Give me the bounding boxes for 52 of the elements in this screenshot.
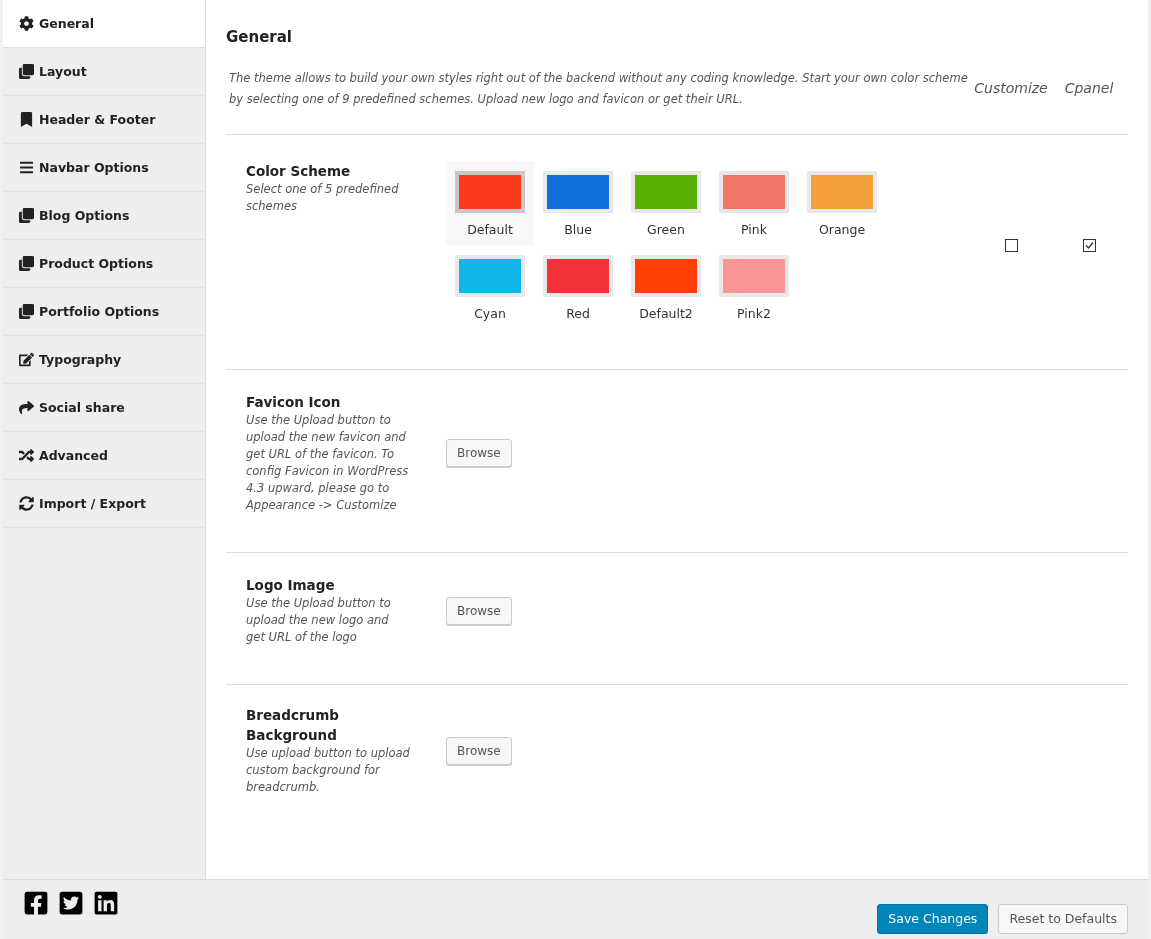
checkbox[interactable]: [1082, 238, 1096, 252]
checkbox[interactable]: [1004, 238, 1018, 252]
gear-icon: [19, 16, 34, 31]
sync-icon: [19, 496, 34, 511]
color-swatch[interactable]: Green: [622, 161, 710, 245]
linkedin-icon[interactable]: [93, 890, 119, 916]
option-title: Breadcrumb Background: [246, 706, 340, 745]
page-title: General: [226, 27, 293, 46]
swatch-label: Green: [647, 222, 685, 237]
twitter-icon[interactable]: [58, 890, 84, 916]
browse-button[interactable]: Browse: [446, 736, 512, 765]
option-title: Logo Image: [246, 576, 336, 595]
copy-icon: [19, 256, 34, 271]
bookmark-icon: [19, 112, 34, 127]
column-header: Customize: [973, 79, 1049, 96]
browse-button[interactable]: Browse: [446, 439, 512, 467]
swatch-label: Orange: [818, 222, 866, 237]
swatch-label: Cyan: [474, 306, 506, 321]
browse-button[interactable]: Browse: [446, 596, 512, 625]
swatch-label: Default: [467, 222, 513, 237]
copy-icon: [19, 64, 34, 79]
option-hint: Use the Upload button to upload the new favicon and get URL of the favicon. To config Favicon in WordPress 4.3 upward, please go to Appearance -> Customize: [246, 412, 410, 514]
share-icon: [19, 400, 34, 415]
column-header: Cpanel: [1063, 79, 1115, 96]
color-swatch[interactable]: Orange: [798, 161, 886, 245]
option-hint: Use upload button to upload custom background for breadcrumb.: [246, 745, 411, 796]
swatch-label: Default2: [639, 306, 693, 321]
edit-icon: [19, 352, 34, 367]
description-text: The theme allows to build your own styles right out of the backend without any coding knowledge. Start your own color scheme by selecting one of 9 predefined schemes. Upload new logo and favicon or get their URL.: [228, 70, 969, 108]
save-button[interactable]: Save Changes: [877, 903, 989, 934]
color-swatch[interactable]: Cyan: [446, 245, 534, 329]
option-title: Color Scheme: [246, 162, 352, 181]
menu-icon: [19, 160, 34, 175]
copy-icon: [19, 304, 34, 319]
option-hint: Use the Upload button to upload the new logo and get URL of the logo: [246, 595, 392, 646]
facebook-icon[interactable]: [23, 890, 49, 916]
shuffle-icon: [19, 448, 34, 463]
color-swatch[interactable]: Default2: [622, 245, 710, 329]
sidebar-item[interactable]: General: [3, 0, 205, 48]
color-swatch[interactable]: Pink: [710, 161, 798, 245]
color-swatch[interactable]: Pink2: [710, 245, 798, 329]
option-title: Favicon Icon: [246, 393, 342, 412]
swatch-label: Red: [566, 306, 590, 321]
color-swatch[interactable]: Blue: [534, 161, 622, 245]
reset-button[interactable]: Reset to Defaults: [998, 903, 1128, 934]
color-swatch[interactable]: Default: [446, 161, 534, 245]
copy-icon: [19, 208, 34, 223]
swatch-label: Pink2: [737, 306, 771, 321]
swatch-label: Blue: [564, 222, 592, 237]
swatch-label: Pink: [741, 222, 767, 237]
option-hint: Select one of 5 predefined schemes: [246, 181, 400, 215]
color-swatch[interactable]: Red: [534, 245, 622, 329]
